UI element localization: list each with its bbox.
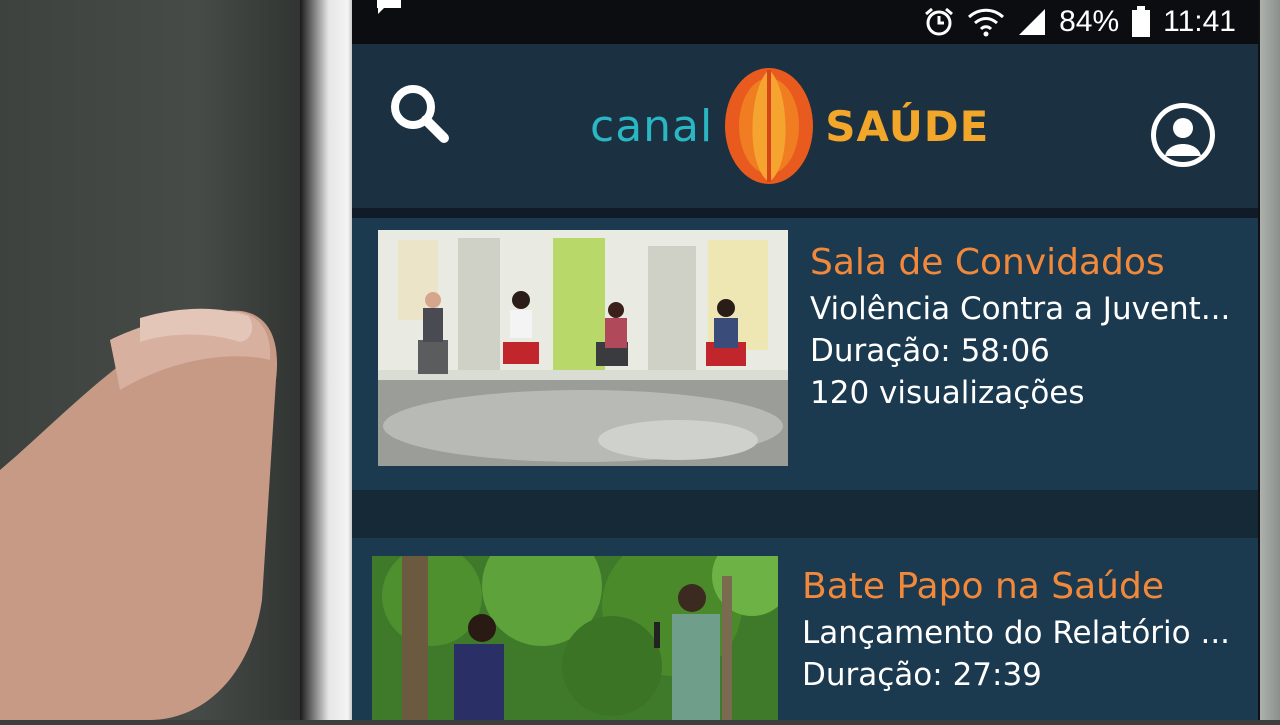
logo-text-canal: canal — [590, 100, 714, 152]
garden-thumbnail-image — [372, 556, 778, 720]
video-duration: Duração: 27:39 — [802, 657, 1042, 693]
notification-icon — [377, 0, 401, 14]
phone-screen: 84% 11:41 canal SAÚDE Sala de Convidados… — [352, 0, 1258, 720]
wifi-icon — [968, 8, 1005, 37]
video-info: Sala de Convidados Violência Contra a Ju… — [810, 242, 1230, 417]
logo-text-saude: SAÚDE — [825, 101, 990, 151]
clock: 11:41 — [1163, 5, 1236, 38]
video-thumbnail[interactable] — [378, 230, 788, 466]
app-bar: canal SAÚDE — [352, 44, 1258, 208]
battery-percent: 84% — [1059, 5, 1120, 38]
show-title[interactable]: Sala de Convidados — [810, 242, 1230, 283]
card-divider — [352, 490, 1258, 538]
background-hand-area — [0, 0, 330, 720]
alarm-icon — [925, 7, 954, 36]
canal-saude-logo: canal SAÚDE — [590, 66, 989, 186]
view-count: 120 visualizações — [810, 375, 1085, 411]
thumb-image — [0, 308, 278, 720]
show-title[interactable]: Bate Papo na Saúde — [802, 566, 1230, 607]
episode-title[interactable]: Violência Contra a Juvent... — [810, 291, 1230, 327]
video-card[interactable]: Sala de Convidados Violência Contra a Ju… — [352, 218, 1258, 490]
studio-thumbnail-image — [378, 230, 788, 466]
video-feed: Sala de Convidados Violência Contra a Ju… — [352, 208, 1258, 720]
logo-emblem-icon — [725, 68, 814, 184]
video-duration: Duração: 58:06 — [810, 333, 1050, 369]
video-card[interactable]: Bate Papo na Saúde Lançamento do Relatór… — [352, 538, 1258, 720]
status-bar: 84% 11:41 — [352, 0, 1258, 44]
signal-icon — [1019, 9, 1046, 35]
battery-icon — [1132, 6, 1151, 37]
video-info: Bate Papo na Saúde Lançamento do Relatór… — [802, 566, 1230, 699]
video-thumbnail[interactable] — [372, 556, 778, 720]
profile-icon[interactable] — [1148, 100, 1218, 170]
search-icon[interactable] — [384, 78, 454, 148]
episode-title[interactable]: Lançamento do Relatório ... — [802, 615, 1230, 651]
